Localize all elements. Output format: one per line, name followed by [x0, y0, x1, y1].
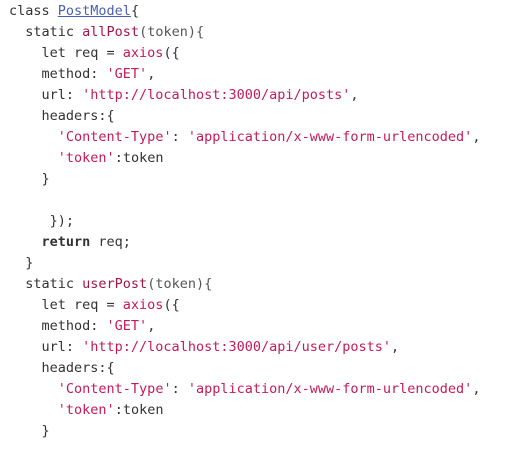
code-token: 'Content-Type'	[57, 129, 172, 145]
code-token: static	[9, 24, 83, 40]
code-token: :	[171, 129, 188, 145]
code-token: 'GET'	[106, 66, 148, 82]
code-token: ,	[472, 381, 481, 397]
code-token: let req =	[9, 45, 123, 61]
code-line: let req = axios({	[9, 43, 480, 64]
code-line: class PostModel{	[9, 1, 480, 22]
code-line: let req = axios({	[9, 295, 480, 316]
code-token: (token){	[139, 24, 205, 40]
code-line: 'Content-Type': 'application/x-www-form-…	[9, 127, 481, 148]
code-token: return	[41, 234, 91, 250]
code-token: ,	[147, 318, 156, 334]
code-token: ,	[350, 87, 359, 103]
code-token: axios	[122, 45, 164, 61]
code-token: url:	[9, 87, 83, 103]
code-line: return req;	[9, 232, 480, 253]
code-token: 'token'	[57, 150, 115, 166]
code-token: method:	[9, 318, 107, 334]
code-block: class PostModel{ static allPost(token){ …	[9, 1, 480, 442]
code-line: }	[9, 169, 480, 190]
code-token: });	[9, 213, 75, 229]
code-line: headers:{	[9, 358, 480, 379]
code-token: {	[130, 3, 140, 19]
code-token: 'Content-Type'	[57, 381, 172, 397]
class-name-link[interactable]: PostModel	[58, 3, 131, 19]
code-token: :token	[114, 402, 164, 418]
code-token: }	[9, 255, 34, 271]
code-token: headers:{	[9, 108, 115, 124]
code-line: url: 'http://localhost:3000/api/posts',	[9, 85, 480, 106]
code-token: 'GET'	[106, 318, 148, 334]
code-line: static userPost(token){	[9, 274, 480, 295]
code-token: 'application/x-www-form-urlencoded'	[187, 129, 473, 145]
code-line: url: 'http://localhost:3000/api/user/pos…	[9, 337, 480, 358]
code-token: ,	[472, 129, 481, 145]
code-token: :	[171, 381, 188, 397]
code-token: 'http://localhost:3000/api/user/posts'	[82, 339, 392, 355]
code-token: static	[9, 276, 83, 292]
code-token: axios	[122, 297, 164, 313]
code-token: req;	[90, 234, 131, 250]
code-token: headers:{	[9, 360, 115, 376]
code-line: method: 'GET',	[9, 316, 480, 337]
code-token: userPost	[82, 276, 148, 292]
code-line: }	[9, 421, 480, 442]
code-token: ,	[391, 339, 400, 355]
code-token: class	[9, 3, 58, 19]
code-token: let req =	[9, 297, 123, 313]
code-token: 'token'	[57, 402, 115, 418]
code-token: :token	[114, 150, 164, 166]
code-token: (token){	[147, 276, 213, 292]
code-line: static allPost(token){	[9, 22, 480, 43]
code-token: }	[9, 171, 50, 187]
code-token: }	[9, 423, 50, 439]
code-line: 'token':token	[9, 148, 480, 169]
code-line: 'token':token	[9, 400, 480, 421]
code-token: ({	[163, 45, 180, 61]
code-token: method:	[9, 66, 107, 82]
code-line: });	[9, 211, 480, 232]
code-token: ({	[163, 297, 180, 313]
code-token: url:	[9, 339, 83, 355]
code-token: 'http://localhost:3000/api/posts'	[82, 87, 351, 103]
code-token: allPost	[82, 24, 140, 40]
code-line: }	[9, 253, 480, 274]
code-token: 'application/x-www-form-urlencoded'	[187, 381, 473, 397]
code-line: 'Content-Type': 'application/x-www-form-…	[9, 379, 481, 400]
code-line: method: 'GET',	[9, 64, 480, 85]
code-line: headers:{	[9, 106, 480, 127]
code-token: ,	[147, 66, 156, 82]
